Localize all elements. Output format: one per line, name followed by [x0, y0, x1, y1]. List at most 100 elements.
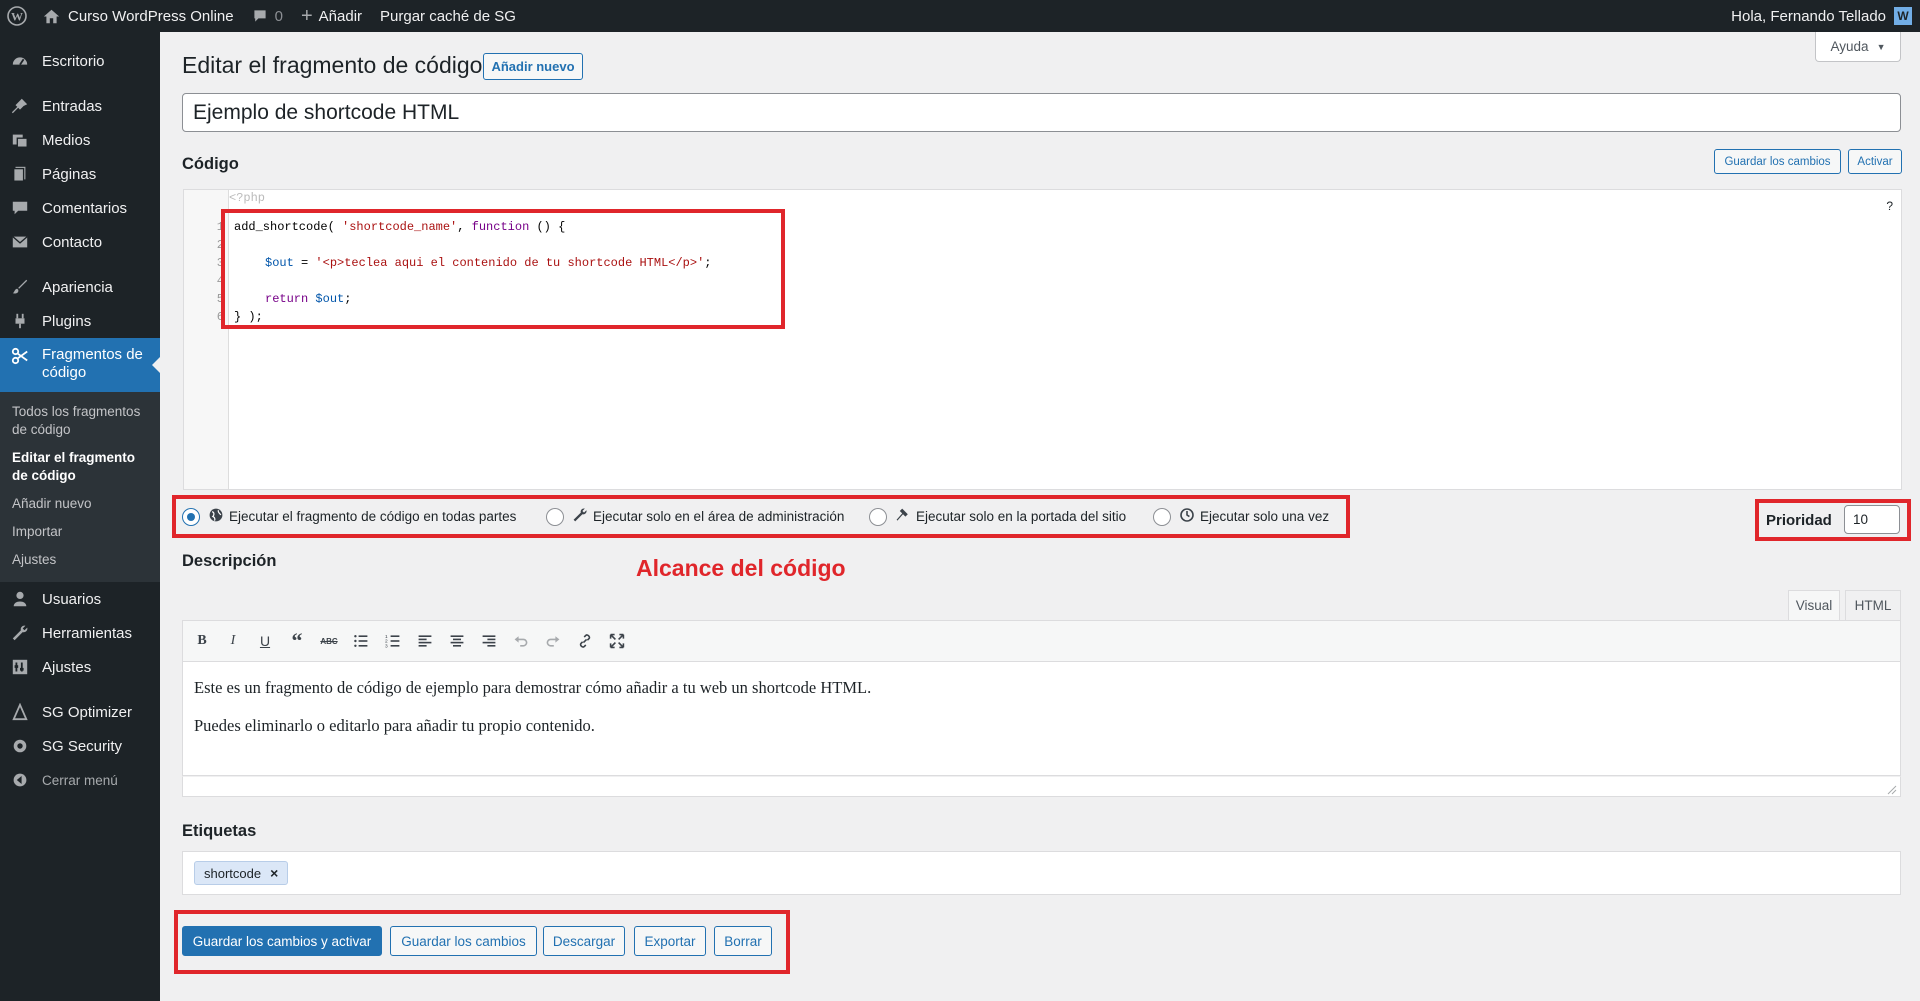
menu-herramientas[interactable]: Herramientas: [0, 616, 160, 650]
description-paragraph: Este es un fragmento de código de ejempl…: [194, 678, 872, 697]
priority-input[interactable]: [1844, 505, 1900, 534]
globe-icon: [208, 507, 224, 526]
submenu-anadir[interactable]: Añadir nuevo: [0, 490, 160, 518]
menu-sg-security[interactable]: SG Security: [0, 729, 160, 763]
align-left-icon[interactable]: [415, 631, 435, 651]
help-tab[interactable]: Ayuda ▼: [1815, 32, 1901, 62]
comments-link[interactable]: 0: [243, 0, 292, 32]
submenu-editar[interactable]: Editar el fragmento de código: [0, 444, 160, 490]
user-icon: [10, 589, 30, 609]
menu-collapse[interactable]: Cerrar menú: [0, 763, 160, 797]
strikethrough-icon[interactable]: ABC: [319, 631, 339, 651]
scope-label: Ejecutar solo en la portada del sitio: [916, 509, 1127, 524]
download-button[interactable]: Descargar: [543, 926, 625, 956]
save-activate-label: Guardar los cambios y activar: [192, 933, 372, 949]
mail-icon: [10, 232, 30, 252]
menu-comentarios[interactable]: Comentarios: [0, 191, 160, 225]
submenu-importar[interactable]: Importar: [0, 518, 160, 546]
menu-label: Usuarios: [42, 590, 102, 608]
scope-everywhere[interactable]: Ejecutar el fragmento de código en todas…: [182, 507, 516, 526]
tags-input[interactable]: [182, 851, 1901, 895]
blockquote-icon[interactable]: “: [287, 628, 307, 653]
menu-plugins[interactable]: Plugins: [0, 304, 160, 338]
scope-once[interactable]: Ejecutar solo una vez: [1153, 507, 1329, 526]
priority-label: Prioridad: [1766, 512, 1832, 529]
menu-medios[interactable]: Medios: [0, 123, 160, 157]
collapse-icon: [10, 770, 30, 790]
menu-usuarios[interactable]: Usuarios: [0, 582, 160, 616]
menu-label: Ajustes: [42, 658, 92, 676]
scope-frontend[interactable]: Ejecutar solo en la portada del sitio: [869, 507, 1126, 526]
scope-radio[interactable]: [182, 507, 200, 526]
undo-icon[interactable]: [511, 631, 531, 651]
account-menu[interactable]: Hola, Fernando Tellado W: [1722, 0, 1920, 32]
menu-sg-optimizer[interactable]: SG Optimizer: [0, 695, 160, 729]
menu-fragmentos[interactable]: Fragmentos de código: [0, 338, 160, 392]
php-open-tag: <?php: [229, 191, 266, 205]
description-heading: Descripción: [182, 552, 277, 570]
bullet-list-icon[interactable]: [351, 631, 371, 651]
save-button[interactable]: Guardar los cambios: [390, 926, 537, 956]
purge-cache-link[interactable]: Purgar caché de SG: [371, 0, 525, 32]
submenu-ajustes[interactable]: Ajustes: [0, 546, 160, 574]
plugin-icon: [10, 311, 30, 331]
save-changes-top-label: Guardar los cambios: [1724, 155, 1831, 168]
tags-heading: Etiquetas: [182, 822, 257, 840]
pin-icon: [10, 96, 30, 116]
menu-contacto[interactable]: Contacto: [0, 225, 160, 259]
save-activate-button[interactable]: Guardar los cambios y activar: [182, 926, 382, 956]
menu-entradas[interactable]: Entradas: [0, 89, 160, 123]
underline-icon[interactable]: U: [255, 631, 275, 651]
code-heading: Código: [182, 155, 239, 173]
settings-icon: [10, 657, 30, 677]
menu-escritorio[interactable]: Escritorio: [0, 44, 160, 78]
tab-html[interactable]: HTML: [1845, 590, 1901, 620]
clock-icon: [1179, 507, 1195, 526]
scope-label: Ejecutar solo en el área de administraci…: [593, 509, 845, 524]
menu-paginas[interactable]: Páginas: [0, 157, 160, 191]
scope-radio[interactable]: [546, 507, 564, 526]
tag-label: shortcode: [204, 865, 262, 881]
align-right-icon[interactable]: [479, 631, 499, 651]
save-changes-top-button[interactable]: Guardar los cambios: [1714, 149, 1841, 174]
tab-visual[interactable]: Visual: [1788, 590, 1840, 620]
export-button[interactable]: Exportar: [634, 926, 706, 956]
menu-label: Medios: [42, 131, 91, 149]
description-editor[interactable]: Este es un fragmento de código de ejempl…: [182, 662, 1901, 776]
italic-icon[interactable]: I: [223, 631, 243, 651]
menu-apariencia[interactable]: Apariencia: [0, 270, 160, 304]
editor-help-icon[interactable]: ?: [1886, 199, 1893, 213]
delete-label: Borrar: [724, 933, 762, 949]
scope-radio[interactable]: [1153, 507, 1171, 526]
menu-label: Páginas: [42, 165, 97, 183]
scope-admin[interactable]: Ejecutar solo en el área de administraci…: [546, 507, 844, 526]
redo-icon[interactable]: [543, 631, 563, 651]
snippet-name-input[interactable]: [182, 93, 1901, 132]
align-center-icon[interactable]: [447, 631, 467, 651]
add-new-button[interactable]: Añadir nuevo: [483, 53, 583, 80]
bold-icon[interactable]: B: [192, 631, 212, 651]
menu-ajustes[interactable]: Ajustes: [0, 650, 160, 684]
tag-remove-icon[interactable]: ×: [270, 865, 278, 881]
link-icon[interactable]: [575, 631, 595, 651]
scope-label: Ejecutar el fragmento de código en todas…: [229, 509, 517, 524]
resize-handle-icon[interactable]: [1887, 782, 1897, 795]
admin-bar: W Curso WordPress Online 0 + Añadir Purg…: [0, 0, 1920, 32]
comment-icon: [254, 10, 266, 22]
add-new-menu[interactable]: + Añadir: [292, 0, 371, 32]
numbered-list-icon[interactable]: 123: [383, 631, 403, 651]
editor-statusbar: [182, 776, 1901, 797]
scope-radio[interactable]: [869, 507, 887, 526]
menu-label: SG Optimizer: [42, 703, 133, 721]
delete-button[interactable]: Borrar: [714, 926, 772, 956]
comments-count: 0: [274, 7, 283, 25]
wordpress-logo-icon[interactable]: W: [0, 0, 34, 32]
activate-top-button[interactable]: Activar: [1848, 149, 1902, 174]
line-number: 2: [216, 238, 224, 252]
caret-down-icon: ▼: [1876, 41, 1886, 52]
submenu-todos[interactable]: Todos los fragmentos de código: [0, 398, 160, 444]
wrench-icon: [10, 623, 30, 643]
site-name-link[interactable]: Curso WordPress Online: [34, 0, 243, 32]
line-number: 3: [216, 256, 224, 270]
fullscreen-icon[interactable]: [607, 631, 627, 651]
